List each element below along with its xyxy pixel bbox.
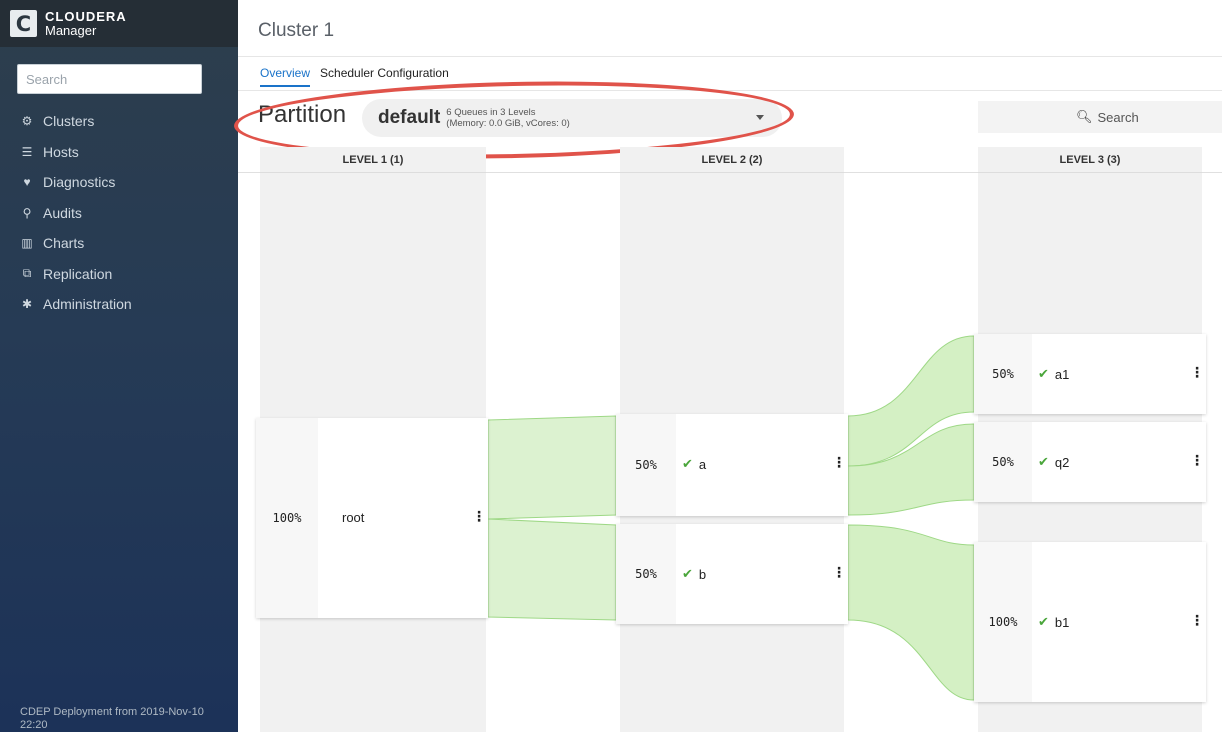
flow-root-a bbox=[487, 415, 617, 520]
queue-card-a[interactable]: 50% ✔ a ⋮ bbox=[616, 414, 848, 516]
check-icon: ✔ bbox=[682, 456, 693, 471]
queue-capacity-box: 50% bbox=[974, 422, 1032, 502]
replication-icon: ⧉ bbox=[22, 266, 32, 281]
queue-card-b1[interactable]: 100% ✔ b1 ⋮ bbox=[974, 542, 1206, 702]
sidebar-item-label: Audits bbox=[43, 204, 82, 221]
queue-capacity: 50% bbox=[992, 367, 1014, 381]
queue-name-text: a bbox=[698, 456, 707, 472]
brand-subtitle: Manager bbox=[45, 22, 97, 38]
sidebar-item-charts[interactable]: ▥ Charts bbox=[0, 228, 238, 259]
queue-capacity: 50% bbox=[635, 458, 657, 472]
sidebar: C CLOUDERA Manager Search ⚙ Clusters ☰ H… bbox=[0, 0, 238, 732]
check-icon: ✔ bbox=[1038, 454, 1049, 469]
deployment-footer-line2: 22:20 bbox=[20, 719, 48, 731]
audits-icon: ⚲ bbox=[22, 205, 32, 220]
queue-capacity: 50% bbox=[635, 567, 657, 581]
diagnostics-icon: ♥ bbox=[23, 175, 31, 190]
sidebar-search-input[interactable]: Search bbox=[17, 64, 202, 94]
queue-card-root[interactable]: 100% root ⋮ bbox=[256, 418, 488, 618]
brand-text: CLOUDERA Manager bbox=[45, 8, 127, 38]
queue-capacity: 100% bbox=[272, 511, 302, 525]
queue-capacity-box: 100% bbox=[974, 542, 1032, 702]
queue-name-text: a1 bbox=[1054, 366, 1070, 382]
sidebar-item-label: Charts bbox=[43, 235, 85, 252]
queue-name: ✔ b bbox=[682, 566, 706, 582]
queue-card-q2[interactable]: 50% ✔ q2 ⋮ bbox=[974, 422, 1206, 502]
check-icon: ✔ bbox=[1038, 614, 1049, 629]
sidebar-item-label: Administration bbox=[43, 296, 132, 313]
kebab-menu-icon[interactable]: ⋮ bbox=[1190, 612, 1204, 629]
brand-header[interactable]: C CLOUDERA Manager bbox=[0, 0, 238, 47]
queue-capacity: 100% bbox=[988, 615, 1018, 629]
queue-name: ✔ a bbox=[682, 456, 706, 472]
flow-b-b1 bbox=[847, 524, 975, 701]
queue-capacity-box: 50% bbox=[616, 524, 676, 624]
hosts-icon: ☰ bbox=[21, 144, 33, 159]
sidebar-nav: ⚙ Clusters ☰ Hosts ♥ Diagnostics ⚲ Audit… bbox=[0, 106, 238, 320]
main-content: Cluster 1 Overview Scheduler Configurati… bbox=[233, 0, 1222, 732]
queue-name-text: b bbox=[698, 566, 707, 582]
charts-icon: ▥ bbox=[21, 236, 33, 251]
queue-name-text: q2 bbox=[1054, 454, 1070, 470]
queue-card-a1[interactable]: 50% ✔ a1 ⋮ bbox=[974, 334, 1206, 414]
sidebar-item-label: Hosts bbox=[43, 143, 79, 160]
kebab-menu-icon[interactable]: ⋮ bbox=[1190, 364, 1204, 381]
queue-capacity-box: 100% bbox=[256, 418, 318, 618]
queue-capacity-box: 50% bbox=[974, 334, 1032, 414]
sidebar-item-label: Clusters bbox=[43, 113, 95, 130]
sidebar-item-audits[interactable]: ⚲ Audits bbox=[0, 198, 238, 229]
sidebar-item-label: Diagnostics bbox=[43, 174, 116, 191]
sidebar-item-replication[interactable]: ⧉ Replication bbox=[0, 259, 238, 290]
queue-capacity: 50% bbox=[992, 455, 1014, 469]
sidebar-item-label: Replication bbox=[43, 265, 113, 282]
kebab-menu-icon[interactable]: ⋮ bbox=[832, 564, 846, 581]
brand-name: CLOUDERA bbox=[45, 8, 127, 24]
app-window: C CLOUDERA Manager Search ⚙ Clusters ☰ H… bbox=[0, 0, 1222, 732]
queue-name: root bbox=[342, 510, 364, 525]
sidebar-item-clusters[interactable]: ⚙ Clusters bbox=[0, 106, 238, 137]
sidebar-item-hosts[interactable]: ☰ Hosts bbox=[0, 137, 238, 168]
deployment-footer-line1: CDEP Deployment from 2019-Nov-10 bbox=[20, 706, 204, 718]
clusters-icon: ⚙ bbox=[21, 114, 33, 129]
queue-name: ✔ b1 bbox=[1038, 614, 1069, 630]
sidebar-item-diagnostics[interactable]: ♥ Diagnostics bbox=[0, 167, 238, 198]
deployment-footer: CDEP Deployment from 2019-Nov-10 22:20 bbox=[20, 706, 204, 732]
flow-root-b bbox=[487, 518, 617, 621]
queue-card-b[interactable]: 50% ✔ b ⋮ bbox=[616, 524, 848, 624]
administration-icon: ✱ bbox=[21, 297, 33, 312]
kebab-menu-icon[interactable]: ⋮ bbox=[1190, 452, 1204, 469]
cloudera-logo-icon: C bbox=[10, 10, 37, 37]
kebab-menu-icon[interactable]: ⋮ bbox=[832, 454, 846, 471]
queue-capacity-box: 50% bbox=[616, 414, 676, 516]
queue-name-text: root bbox=[342, 510, 365, 525]
queue-name: ✔ a1 bbox=[1038, 366, 1069, 382]
sidebar-item-administration[interactable]: ✱ Administration bbox=[0, 289, 238, 320]
check-icon: ✔ bbox=[1038, 366, 1049, 381]
check-icon: ✔ bbox=[682, 566, 693, 581]
queue-name: ✔ q2 bbox=[1038, 454, 1069, 470]
queue-name-text: b1 bbox=[1054, 614, 1070, 630]
kebab-menu-icon[interactable]: ⋮ bbox=[472, 508, 486, 525]
